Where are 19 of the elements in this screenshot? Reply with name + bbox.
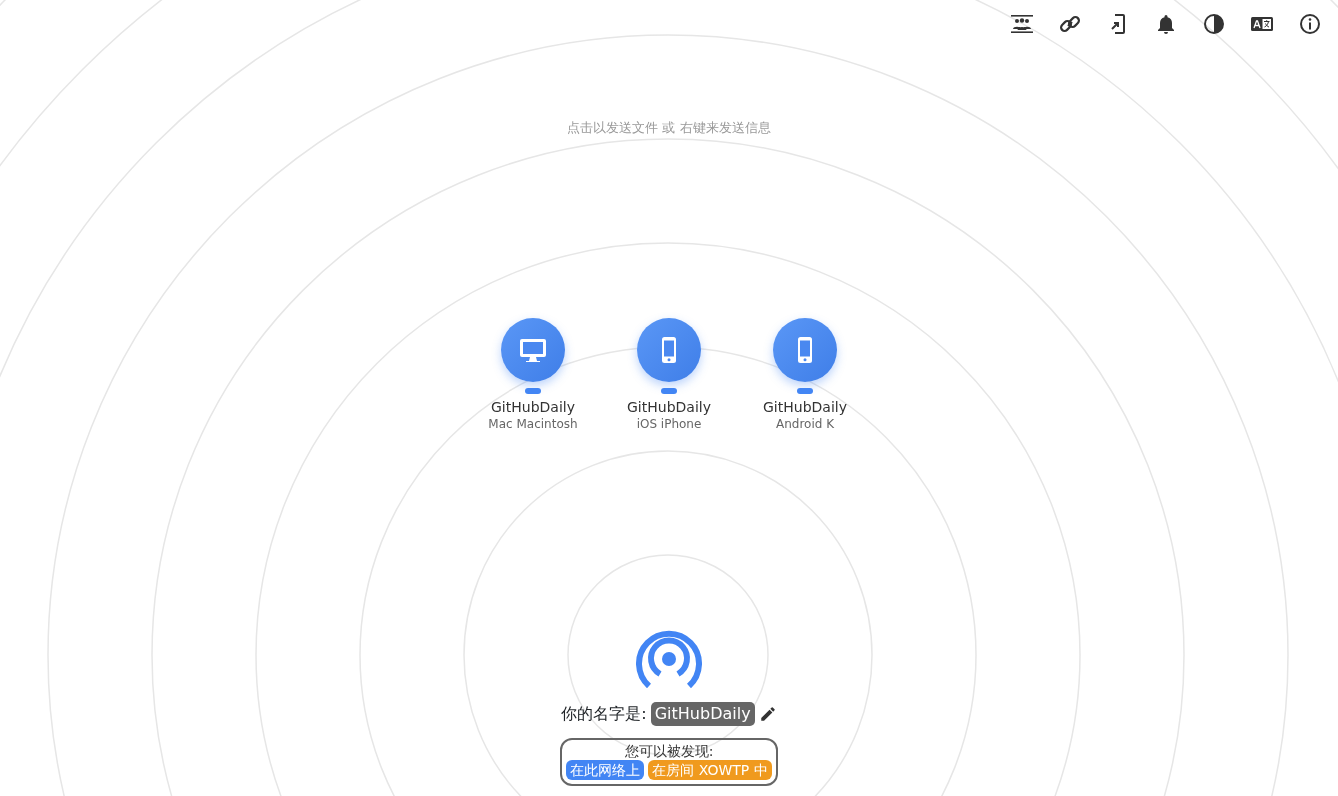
peer-name: GitHubDaily	[491, 398, 575, 416]
device-name-field[interactable]: GitHubDaily	[650, 702, 755, 726]
peer-device: iOS iPhone	[636, 416, 702, 432]
progress-pill	[661, 388, 677, 394]
peer-device: Mac Macintosh	[488, 416, 578, 432]
discovery-badge: 在房间 XOWTP 中	[648, 760, 772, 780]
progress-pill	[525, 388, 541, 394]
peer-name: GitHubDaily	[627, 398, 711, 416]
phone-peer-button[interactable]	[637, 318, 701, 382]
peer-name: GitHubDaily	[763, 398, 847, 416]
phone-peer-button[interactable]	[773, 318, 837, 382]
pencil-icon[interactable]	[758, 705, 777, 723]
name-label: 你的名字是:	[561, 703, 647, 725]
peer-device: Android K	[775, 416, 835, 432]
discovery-title: 您可以被发现:	[624, 742, 714, 760]
progress-pill	[797, 388, 813, 394]
desktop-peer-button[interactable]	[501, 318, 565, 382]
hint-text: 点击以发送文件 或 右键来发送信息	[567, 120, 771, 136]
discovery-badge: 在此网络上	[566, 760, 645, 780]
